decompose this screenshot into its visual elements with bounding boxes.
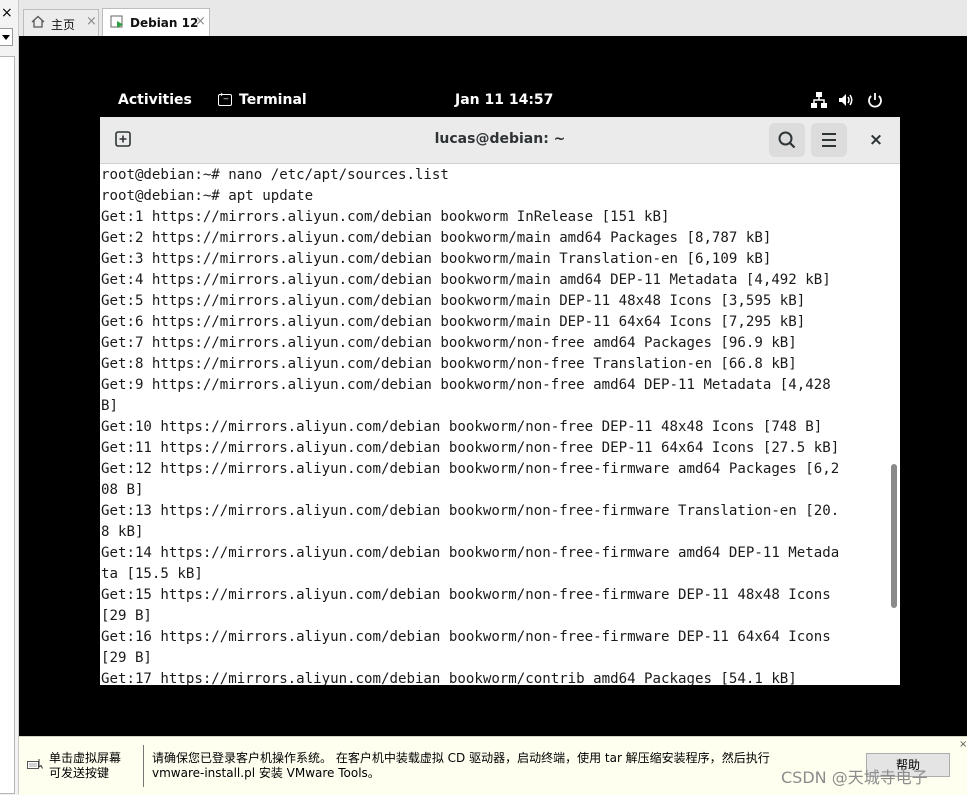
hint-left-line2: 可发送按键: [49, 766, 110, 780]
power-icon: [866, 91, 884, 113]
vm-screen[interactable]: Activities Terminal Jan 11 14:57 lucas@d…: [19, 36, 967, 736]
terminal-line: Get:3 https://mirrors.aliyun.com/debian …: [101, 251, 772, 267]
home-icon: [31, 15, 45, 31]
terminal-line: Get:5 https://mirrors.aliyun.com/debian …: [101, 293, 806, 309]
divider: [143, 745, 144, 787]
terminal-window[interactable]: lucas@debian: ~ × root@debian:~# nano /e…: [100, 117, 900, 685]
watermark: CSDN @天城寺电子: [781, 768, 928, 787]
app-menu-terminal[interactable]: Terminal: [239, 92, 307, 108]
scrollbar-thumb[interactable]: [891, 464, 897, 608]
search-button[interactable]: [769, 123, 805, 157]
terminal-line: Get:4 https://mirrors.aliyun.com/debian …: [101, 272, 831, 288]
terminal-header-bar: lucas@debian: ~ ×: [100, 117, 900, 164]
terminal-line: 08 B]: [101, 482, 144, 498]
terminal-line: Get:6 https://mirrors.aliyun.com/debian …: [101, 314, 806, 330]
terminal-line: [29 B]: [101, 650, 152, 666]
vm-tab-bar: 主页 × Debian 12 ×: [19, 0, 967, 37]
tab-debian[interactable]: Debian 12 ×: [102, 8, 210, 36]
terminal-output[interactable]: root@debian:~# nano /etc/apt/sources.lis…: [100, 164, 887, 685]
terminal-line: Get:14 https://mirrors.aliyun.com/debian…: [101, 545, 840, 561]
terminal-line: Get:17 https://mirrors.aliyun.com/debian…: [101, 671, 797, 685]
clock[interactable]: Jan 11 14:57: [455, 92, 553, 108]
terminal-line: 8 kB]: [101, 524, 144, 540]
terminal-scrollbar[interactable]: [888, 164, 900, 685]
terminal-line: Get:9 https://mirrors.aliyun.com/debian …: [101, 377, 831, 393]
terminal-line: Get:13 https://mirrors.aliyun.com/debian…: [101, 503, 840, 519]
keyboard-mouse-icon: [27, 757, 43, 776]
terminal-line: [29 B]: [101, 608, 152, 624]
search-icon: [778, 131, 796, 149]
terminal-line: Get:16 https://mirrors.aliyun.com/debian…: [101, 629, 831, 645]
menu-button[interactable]: [811, 123, 847, 157]
network-icon: [810, 91, 828, 113]
tab-close-button[interactable]: ×: [195, 14, 206, 29]
terminal-line: root@debian:~# apt update: [101, 188, 314, 204]
left-panel-close-button[interactable]: ×: [1, 6, 13, 20]
click-to-send-hint: 单击虚拟屏幕 可发送按键: [49, 751, 121, 781]
tab-close-button[interactable]: ×: [86, 14, 97, 29]
tab-label: 主页: [51, 18, 76, 32]
left-panel-dropdown[interactable]: [0, 28, 13, 46]
terminal-app-icon: [218, 90, 232, 106]
close-window-button[interactable]: ×: [860, 125, 892, 155]
terminal-line: Get:10 https://mirrors.aliyun.com/debian…: [101, 419, 823, 435]
terminal-line: Get:15 https://mirrors.aliyun.com/debian…: [101, 587, 831, 603]
hint-left-line1: 单击虚拟屏幕: [49, 751, 122, 765]
tab-home[interactable]: 主页 ×: [23, 9, 99, 36]
terminal-line: root@debian:~# nano /etc/apt/sources.lis…: [101, 167, 449, 183]
terminal-line: Get:12 https://mirrors.aliyun.com/debian…: [101, 461, 840, 477]
hint-main-line1: 请确保您已登录客户机操作系统。 在客户机中装载虚拟 CD 驱动器，启动终端，使用…: [152, 751, 770, 765]
left-side-panel: ×: [0, 0, 19, 794]
hint-main-line2: vmware-install.pl 安装 VMware Tools。: [152, 766, 380, 780]
system-tray[interactable]: [810, 91, 890, 111]
terminal-line: Get:2 https://mirrors.aliyun.com/debian …: [101, 230, 772, 246]
terminal-line: B]: [101, 398, 118, 414]
tab-label: Debian 12: [130, 16, 199, 30]
hamburger-menu-icon: [822, 133, 836, 147]
hint-close-button[interactable]: ×: [959, 739, 967, 751]
vmware-tools-message: 请确保您已登录客户机操作系统。 在客户机中装载虚拟 CD 驱动器，启动终端，使用…: [152, 751, 770, 781]
library-panel: [0, 56, 15, 794]
volume-icon: [837, 91, 855, 113]
terminal-line: ta [15.5 kB]: [101, 566, 203, 582]
terminal-line: Get:11 https://mirrors.aliyun.com/debian…: [101, 440, 840, 456]
terminal-line: Get:8 https://mirrors.aliyun.com/debian …: [101, 356, 797, 372]
terminal-line: Get:7 https://mirrors.aliyun.com/debian …: [101, 335, 797, 351]
activities-button[interactable]: Activities: [118, 92, 192, 108]
terminal-line: Get:1 https://mirrors.aliyun.com/debian …: [101, 209, 670, 225]
gnome-top-bar: Activities Terminal Jan 11 14:57: [19, 88, 967, 114]
vm-running-icon: [110, 15, 125, 32]
